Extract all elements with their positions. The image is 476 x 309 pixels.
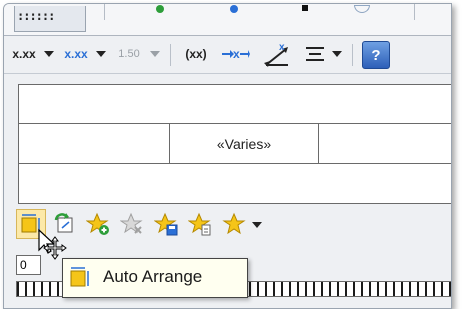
help-icon: ? (371, 46, 381, 64)
precision-format-button[interactable]: x.xx (10, 41, 38, 67)
delete-style-button[interactable] (119, 212, 144, 236)
chevron-down-icon[interactable] (150, 51, 160, 57)
chevron-down-icon[interactable] (96, 51, 106, 57)
varies-value: «Varies» (216, 135, 272, 152)
grid-row-bottom[interactable] (19, 164, 451, 202)
justify-button[interactable] (302, 41, 328, 67)
grid-cell-center[interactable]: «Varies» (170, 124, 319, 163)
move-cursor-icon (35, 228, 69, 262)
add-style-button[interactable] (85, 212, 110, 236)
star-load-icon (187, 212, 211, 236)
tooltip-label: Auto Arrange (103, 267, 203, 286)
chevron-down-icon[interactable] (332, 51, 342, 57)
grid-cell-right[interactable] (319, 124, 450, 163)
tab-divider (414, 4, 415, 20)
reference-dim-button[interactable]: (xx) (180, 41, 212, 67)
blue-dot-icon[interactable] (230, 5, 238, 13)
grid-row-middle: «Varies» (19, 124, 451, 164)
toolbar-divider (170, 44, 171, 66)
grid-cell-left[interactable] (19, 124, 170, 163)
toolbar-divider (352, 44, 353, 66)
svg-text:x: x (279, 42, 285, 53)
drag-grip[interactable]: :::::: (14, 6, 86, 32)
tolerance-format-label: 1.50 (118, 48, 140, 60)
load-style-button[interactable] (187, 212, 212, 236)
precision-format-label: x.xx (12, 47, 36, 61)
auto-arrange-icon (70, 267, 89, 287)
star-add-icon (85, 212, 109, 235)
alt-precision-format-button[interactable]: x.xx (62, 41, 90, 67)
tab-divider (104, 4, 105, 20)
help-button[interactable]: ? (362, 41, 390, 69)
dimension-text-button[interactable]: x (262, 41, 292, 67)
star-delete-icon (119, 212, 143, 234)
value-field-text: 0 (20, 258, 27, 272)
style-favorites-button[interactable] (222, 212, 246, 236)
dimension-grid: «Varies» (18, 84, 451, 204)
shape-icon[interactable] (354, 5, 370, 13)
tab-strip: :::::: (4, 4, 451, 36)
black-square-icon[interactable] (302, 5, 308, 11)
style-toolbar (4, 204, 451, 244)
chevron-down-icon[interactable] (252, 222, 262, 228)
tolerance-format-button[interactable]: 1.50 (116, 41, 142, 67)
arrows-x-icon: x (222, 47, 250, 61)
dimension-icon: x (264, 42, 288, 67)
align-center-icon (306, 47, 324, 61)
format-toolbar: x.xx x.xx 1.50 (xx) x x ? (4, 35, 451, 74)
green-dot-icon[interactable] (156, 5, 164, 13)
svg-text:x: x (233, 47, 240, 61)
chevron-down-icon[interactable] (44, 51, 54, 57)
tooltip: Auto Arrange (62, 258, 248, 298)
panel-frame: :::::: x.xx x.xx 1.50 (xx) x x ? «Varies… (3, 3, 452, 309)
alt-precision-format-label: x.xx (64, 47, 88, 61)
save-style-button[interactable] (153, 212, 178, 236)
inspection-dim-button[interactable]: x (220, 41, 250, 67)
star-save-icon (153, 212, 178, 236)
reference-dim-label: (xx) (185, 47, 207, 61)
grid-row-top[interactable] (19, 85, 451, 124)
star-icon (222, 212, 246, 235)
